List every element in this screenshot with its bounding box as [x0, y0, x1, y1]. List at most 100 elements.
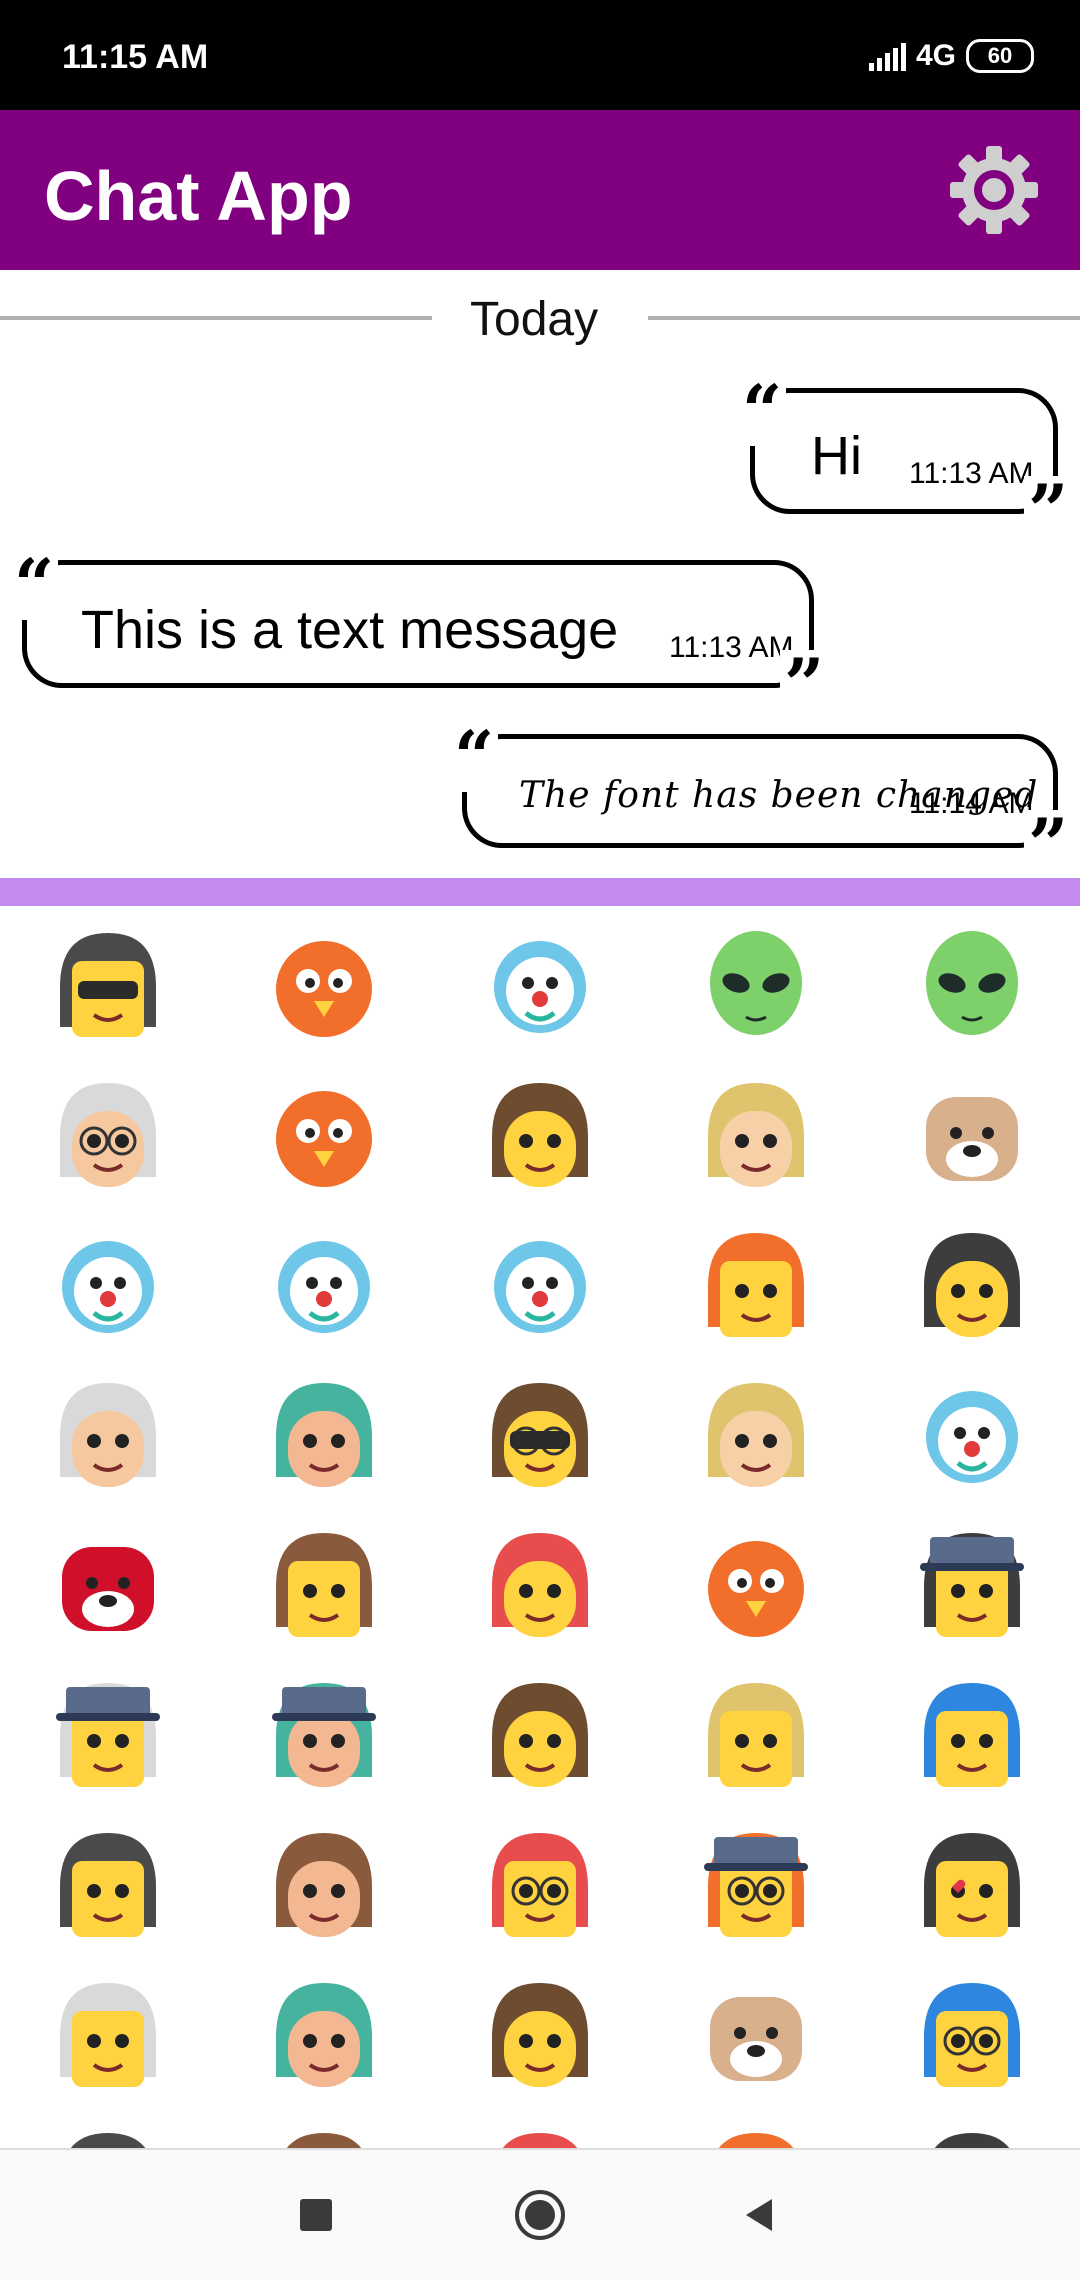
laughing-woman-emoji[interactable]: [216, 1810, 432, 1960]
one-eyed-boy-emoji[interactable]: [0, 1360, 216, 1510]
pink-hair-kiss-girl-emoji[interactable]: [432, 1960, 648, 2110]
glasses-woman-emoji[interactable]: [0, 1060, 216, 1210]
frog-hood-emoji-art: [708, 1083, 804, 1187]
top-hat-monocle-man-emoji-art: [272, 1683, 376, 1787]
teal-hair-clown-emoji[interactable]: [0, 1210, 216, 1360]
yellow-emoji-art: [933, 2133, 1011, 2150]
owl-emoji[interactable]: [0, 2110, 216, 2150]
top-hat-monocle-lego-emoji-art: [56, 1683, 160, 1787]
battery-icon: 60: [966, 39, 1034, 73]
top-hat-monocle-man-emoji[interactable]: [216, 1660, 432, 1810]
frankenstein-emoji[interactable]: [432, 1510, 648, 1660]
owl-emoji-art: [69, 2133, 147, 2150]
frog-hood-emoji[interactable]: [648, 1060, 864, 1210]
mustache-hat-lego-emoji[interactable]: [864, 1510, 1080, 1660]
blue-elephant-emoji[interactable]: [864, 1360, 1080, 1510]
close-quote-icon: ”: [1024, 810, 1073, 880]
freckled-girl-emoji[interactable]: [432, 1660, 648, 1810]
status-icons: 4G 60: [868, 38, 1034, 74]
pirate-emoji[interactable]: [432, 2110, 648, 2150]
curly-grey-hair-man-emoji[interactable]: [216, 1360, 432, 1510]
gear-icon[interactable]: [944, 140, 1044, 240]
screaming-blonde-lego-emoji[interactable]: [648, 1660, 864, 1810]
message-bubble-outgoing[interactable]: Hi 11:13 AM: [750, 388, 1058, 514]
message-time: 11:13 AM: [669, 631, 794, 664]
green-alien-emoji-art: [710, 931, 802, 1035]
laughing-woman-emoji-art: [276, 1833, 372, 1937]
nerd-lego-emoji[interactable]: [864, 1960, 1080, 2110]
kissing-lego-woman-emoji-art: [60, 1983, 156, 2087]
yellow-emoji[interactable]: [864, 2110, 1080, 2150]
battery-level: 60: [987, 43, 1013, 68]
square-icon[interactable]: [286, 2185, 346, 2245]
top-hat-monocle-lego-emoji[interactable]: [0, 1660, 216, 1810]
blowing-kiss-woman-emoji[interactable]: [216, 1960, 432, 2110]
smirking-lego-emoji[interactable]: [0, 1810, 216, 1960]
nerd-lego-emoji-art: [924, 1983, 1020, 2087]
circle-icon[interactable]: [510, 2185, 570, 2245]
separator-line-right: [648, 316, 1080, 320]
message-text: Hi: [811, 426, 862, 486]
bow-girl-lego-emoji[interactable]: [864, 1660, 1080, 1810]
orange-antenna-creature-emoji[interactable]: [216, 910, 432, 1060]
orange-antenna-creature-emoji-art: [276, 941, 372, 1037]
dragon-mask-emoji-art: [708, 1383, 804, 1487]
triangle-back-icon[interactable]: [730, 2185, 790, 2245]
party-clown-emoji[interactable]: [216, 1210, 432, 1360]
date-label: Today: [470, 293, 599, 346]
pink-hair-kiss-girl-emoji-art: [492, 1983, 588, 2087]
message-bubble-outgoing[interactable]: The font has been changed 11:14 AM: [462, 734, 1058, 848]
separator-line-left: [0, 316, 432, 320]
emoji-panel-divider: [0, 878, 1080, 906]
screaming-blonde-lego-emoji-art: [708, 1683, 804, 1787]
teal-hair-clown-emoji-art: [62, 1241, 154, 1333]
crying-girl-emoji[interactable]: [864, 1210, 1080, 1360]
blue-octopus-robot-emoji[interactable]: [432, 910, 648, 1060]
mustache-hat-lego-emoji-art: [920, 1533, 1024, 1637]
bulldog-emoji[interactable]: [864, 1060, 1080, 1210]
fedora-sunglasses-man-emoji[interactable]: [432, 1360, 648, 1510]
red-dog-emoji[interactable]: [0, 1510, 216, 1660]
glasses-hat-lego-emoji[interactable]: [648, 1810, 864, 1960]
crying-girl-emoji-art: [924, 1233, 1020, 1337]
winking-kiss-lego-emoji[interactable]: [216, 1510, 432, 1660]
message-text: This is a text message: [81, 600, 619, 660]
emoji-grid: [0, 910, 1080, 2150]
angry-bird-emoji-art: [276, 1091, 372, 1187]
green-alien-emoji[interactable]: [648, 910, 864, 1060]
crown-emoji[interactable]: [648, 2110, 864, 2150]
harry-potter-lego-emoji-art: [492, 1833, 588, 1937]
baby-emoji[interactable]: [432, 1060, 648, 1210]
winking-kiss-lego-emoji-art: [276, 1533, 372, 1637]
pink-hair-emoji-art: [285, 2133, 363, 2150]
harry-potter-lego-emoji[interactable]: [432, 1810, 648, 1960]
party-clown-emoji-art: [278, 1241, 370, 1333]
status-bar: 11:15 AM 4G 60: [0, 0, 1080, 110]
pink-hair-emoji[interactable]: [216, 2110, 432, 2150]
cool-lego-head-emoji[interactable]: [0, 910, 216, 1060]
three-eyed-alien-emoji-art: [926, 931, 1018, 1035]
three-eyed-alien-emoji[interactable]: [864, 910, 1080, 1060]
baby-emoji-art: [492, 1083, 588, 1187]
bulldog-emoji-art: [926, 1097, 1018, 1181]
blue-clown-emoji[interactable]: [432, 1210, 648, 1360]
glasses-hat-lego-emoji-art: [704, 1833, 808, 1937]
heart-eyes-lego-emoji[interactable]: [864, 1810, 1080, 1960]
glasses-woman-emoji-art: [60, 1083, 156, 1187]
cat-meowth-emoji[interactable]: [648, 1960, 864, 2110]
pirate-emoji-art: [501, 2133, 579, 2150]
curly-grey-hair-man-emoji-art: [276, 1383, 372, 1487]
white-hair-lego-emoji[interactable]: [648, 1210, 864, 1360]
dragon-mask-emoji[interactable]: [648, 1360, 864, 1510]
kissing-lego-woman-emoji[interactable]: [0, 1960, 216, 2110]
close-quote-icon: ”: [1024, 476, 1073, 546]
cool-lego-head-emoji-art: [60, 933, 156, 1037]
orange-fox-emoji[interactable]: [648, 1510, 864, 1660]
crown-emoji-art: [717, 2133, 795, 2150]
heart-eyes-lego-emoji-art: [924, 1833, 1020, 1937]
blue-clown-emoji-art: [494, 1241, 586, 1333]
angry-bird-emoji[interactable]: [216, 1060, 432, 1210]
message-bubble-incoming[interactable]: This is a text message 11:13 AM: [22, 560, 814, 688]
date-separator: Today: [0, 292, 1080, 352]
app-bar: Chat App: [0, 110, 1080, 270]
